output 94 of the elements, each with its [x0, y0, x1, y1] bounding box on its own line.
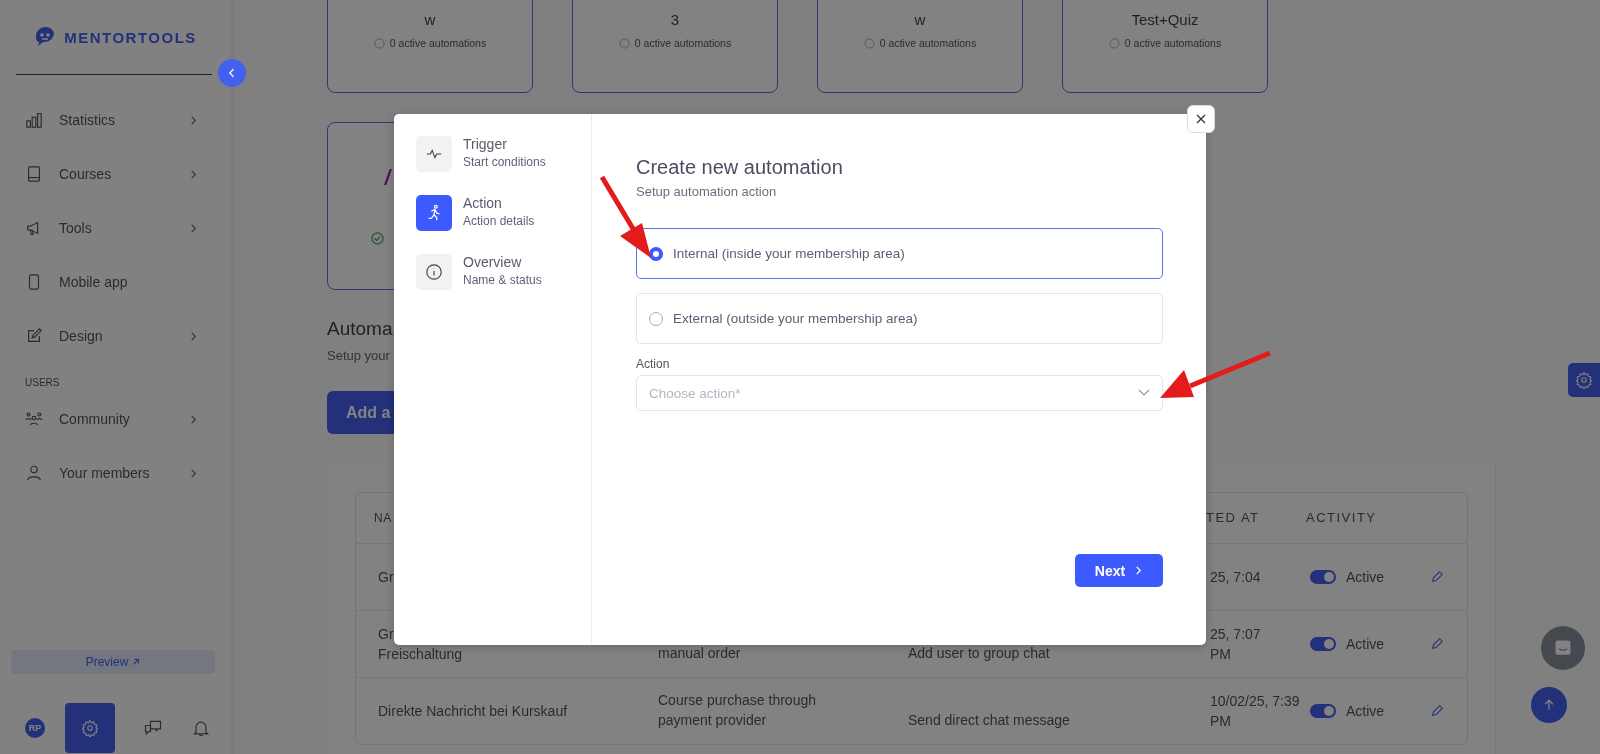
- chevron-icon: [189, 468, 198, 478]
- chevron-icon: [189, 115, 198, 125]
- chevron-icon: [189, 169, 198, 179]
- status-circle-icon: [618, 37, 630, 49]
- column-header: NA: [373, 510, 393, 527]
- dialog-subtitle: Setup automation action: [636, 184, 778, 199]
- sidebar-item[interactable]: Tools: [0, 201, 230, 255]
- step-subtitle: Action details: [463, 214, 535, 228]
- course-card[interactable]: w 0 active automations: [327, 0, 533, 93]
- settings-button[interactable]: [65, 703, 115, 753]
- user-avatar[interactable]: RP: [25, 718, 45, 738]
- book-icon: [25, 165, 43, 183]
- table-cell-text: 10/02/25, 7:39 PM: [1210, 692, 1300, 731]
- preview-button[interactable]: Preview: [11, 650, 215, 674]
- table-cell-text: 25, 7:04: [1210, 568, 1261, 587]
- table-cell-text: Course purchase through payment provider: [658, 691, 816, 730]
- scroll-up-button[interactable]: [1531, 687, 1567, 723]
- table-cell-text: Gr Freischaltung: [378, 625, 463, 664]
- sidebar-item[interactable]: Design: [0, 309, 230, 363]
- pencil-icon[interactable]: [1430, 704, 1444, 718]
- card-title: w: [914, 11, 926, 28]
- next-button[interactable]: Next: [1075, 554, 1163, 587]
- course-card[interactable]: Test+Quiz 0 active automations: [1062, 0, 1268, 93]
- check-circle-icon: [371, 232, 384, 245]
- field-label: Action: [636, 357, 671, 371]
- toggle-switch[interactable]: [1310, 637, 1336, 651]
- chevron-right-icon: [1134, 566, 1144, 575]
- toggle-switch[interactable]: [1310, 570, 1336, 584]
- sidebar-item[interactable]: Courses: [0, 147, 230, 201]
- table-cell-text: Add user to group chat: [908, 644, 1050, 663]
- status-label: Active: [1346, 635, 1385, 654]
- action-select[interactable]: Choose action*: [636, 375, 1163, 411]
- card-status: 0 active automations: [634, 37, 732, 49]
- step-title: Trigger: [463, 136, 508, 152]
- column-header: TED AT: [1206, 509, 1261, 527]
- toggle-switch[interactable]: [1310, 704, 1336, 718]
- chevron-icon: [189, 414, 198, 424]
- sidebar-item[interactable]: Your members: [0, 446, 230, 500]
- wizard-step[interactable]: Action Action details: [416, 195, 591, 254]
- sidebar-item[interactable]: Community: [0, 392, 230, 446]
- card-status: 0 active automations: [389, 37, 487, 49]
- caret-icon: [1138, 389, 1150, 397]
- step-title: Overview: [463, 254, 523, 270]
- chart-icon: [25, 111, 43, 129]
- section-heading: Automa: [327, 318, 393, 340]
- shape-icon: [384, 167, 392, 187]
- table-cell-text: manual order: [658, 644, 741, 663]
- status-circle-icon: [863, 37, 875, 49]
- pencil-icon[interactable]: [1430, 570, 1444, 584]
- collapse-button[interactable]: [218, 59, 246, 87]
- card-status: 0 active automations: [879, 37, 977, 49]
- radio-option[interactable]: External (outside your membership area): [636, 293, 1163, 344]
- status-circle-icon: [373, 37, 385, 49]
- table-cell-text: Gr: [378, 568, 394, 587]
- pencil-icon[interactable]: [1430, 637, 1444, 651]
- logo-text: MENTORTOOLS: [64, 28, 197, 46]
- gear-icon: [1575, 371, 1593, 389]
- step-subtitle: Start conditions: [463, 155, 546, 169]
- step-title: Action: [463, 195, 503, 211]
- section-label: USERS: [24, 376, 61, 390]
- pencil-icon: [25, 327, 43, 345]
- status-label: Active: [1346, 702, 1385, 721]
- card-title: Test+Quiz: [1131, 11, 1199, 28]
- card-status: 0 active automations: [1124, 37, 1222, 49]
- section-subheading: Setup your: [327, 348, 390, 363]
- dialog-title: Create new automation: [636, 156, 844, 179]
- status-label: Active: [1346, 568, 1385, 587]
- chat-bubble-icon: [1553, 638, 1573, 658]
- chat-launcher-button[interactable]: [1541, 626, 1585, 670]
- table-cell-text: Direkte Nachricht bei Kurskauf: [378, 702, 568, 721]
- card-title: 3: [670, 11, 680, 28]
- chevron-icon: [189, 223, 198, 233]
- external-link-icon: [132, 658, 141, 666]
- gear-icon: [81, 719, 99, 737]
- sidebar-item[interactable]: Statistics: [0, 93, 230, 147]
- person-icon: [25, 464, 43, 482]
- card-title: w: [424, 11, 436, 28]
- chat-icon[interactable]: [143, 718, 163, 738]
- course-card[interactable]: 3 0 active automations: [572, 0, 778, 93]
- sidebar-item[interactable]: Mobile app: [0, 255, 230, 309]
- wizard-step[interactable]: Overview Name & status: [416, 254, 591, 313]
- chevron-icon: [189, 331, 198, 341]
- step-subtitle: Name & status: [463, 273, 542, 287]
- column-header: ACTIVITY: [1306, 509, 1378, 527]
- settings-tab[interactable]: [1568, 363, 1600, 397]
- close-icon: [1195, 113, 1207, 125]
- people-icon: [25, 410, 43, 428]
- table-cell-text: 25, 7:07 PM: [1210, 625, 1261, 664]
- table-cell-text: Send direct chat message: [908, 711, 1070, 730]
- add-automation-button[interactable]: Add a: [327, 391, 394, 434]
- status-circle-icon: [1108, 37, 1120, 49]
- course-card[interactable]: w 0 active automations: [817, 0, 1023, 93]
- wizard-step[interactable]: Trigger Start conditions: [416, 136, 591, 195]
- close-button[interactable]: [1187, 105, 1215, 133]
